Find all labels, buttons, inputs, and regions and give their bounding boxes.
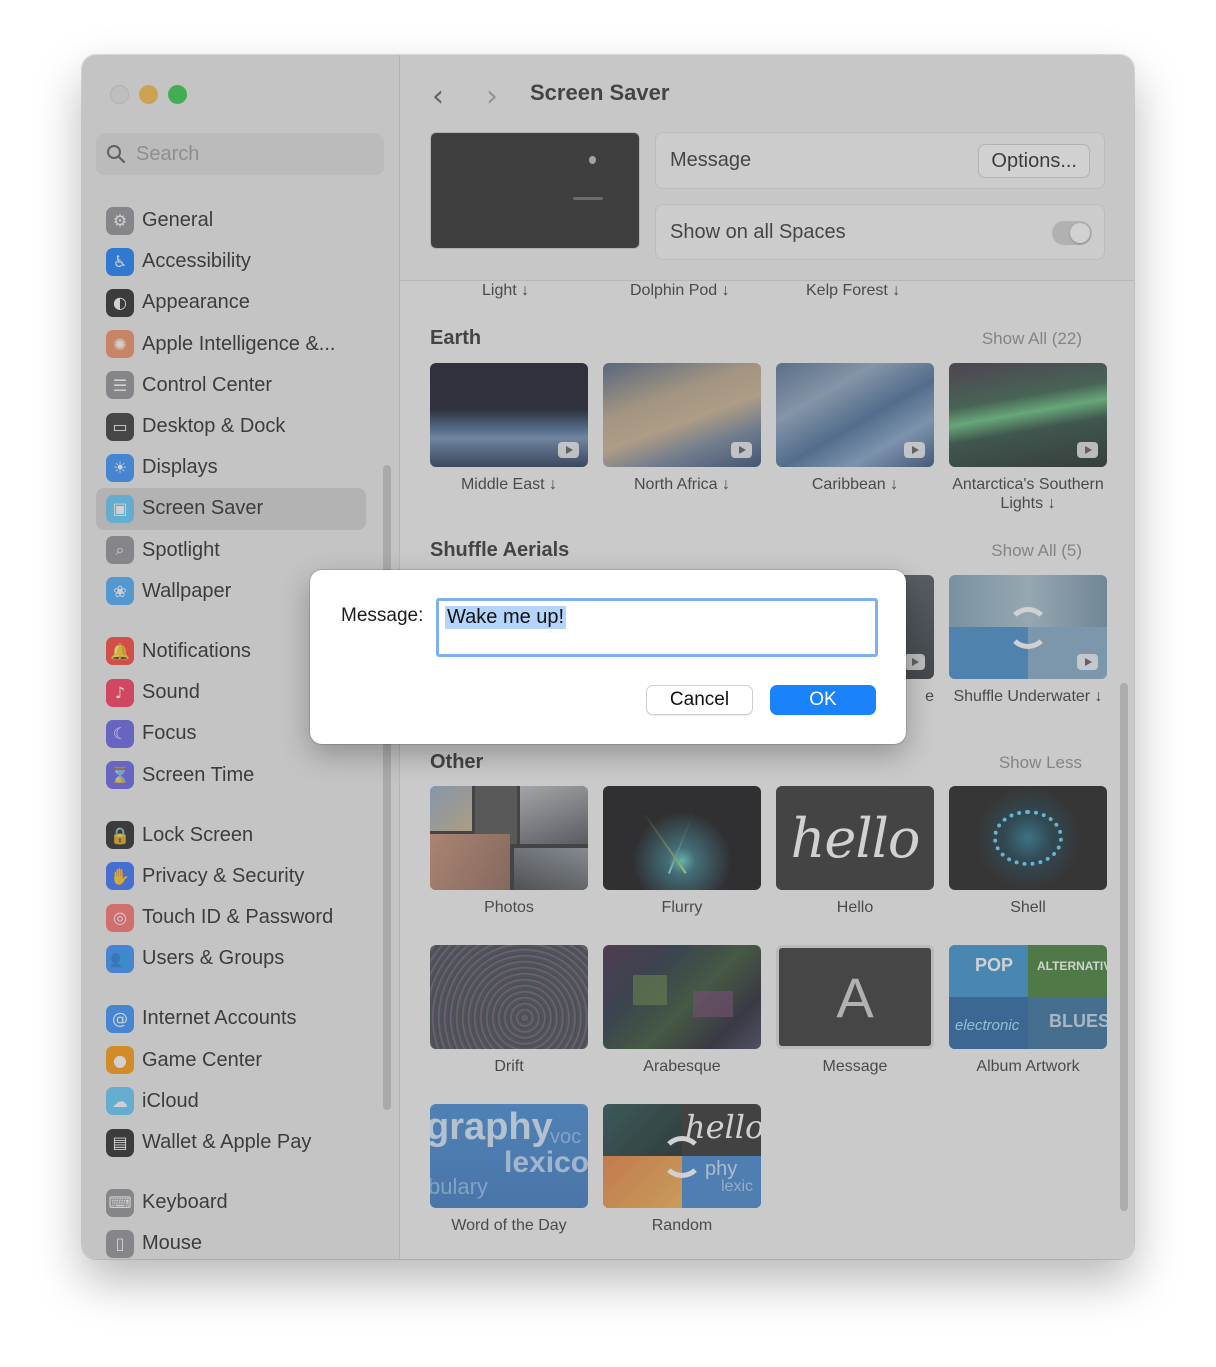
message-dialog: Message: Wake me up! Cancel OK xyxy=(310,570,906,744)
message-input-value[interactable]: Wake me up! xyxy=(445,606,567,629)
ok-button[interactable]: OK xyxy=(770,685,876,715)
cancel-button[interactable]: Cancel xyxy=(646,685,753,715)
message-label: Message: xyxy=(341,605,424,626)
message-input[interactable]: Wake me up! xyxy=(436,598,878,657)
